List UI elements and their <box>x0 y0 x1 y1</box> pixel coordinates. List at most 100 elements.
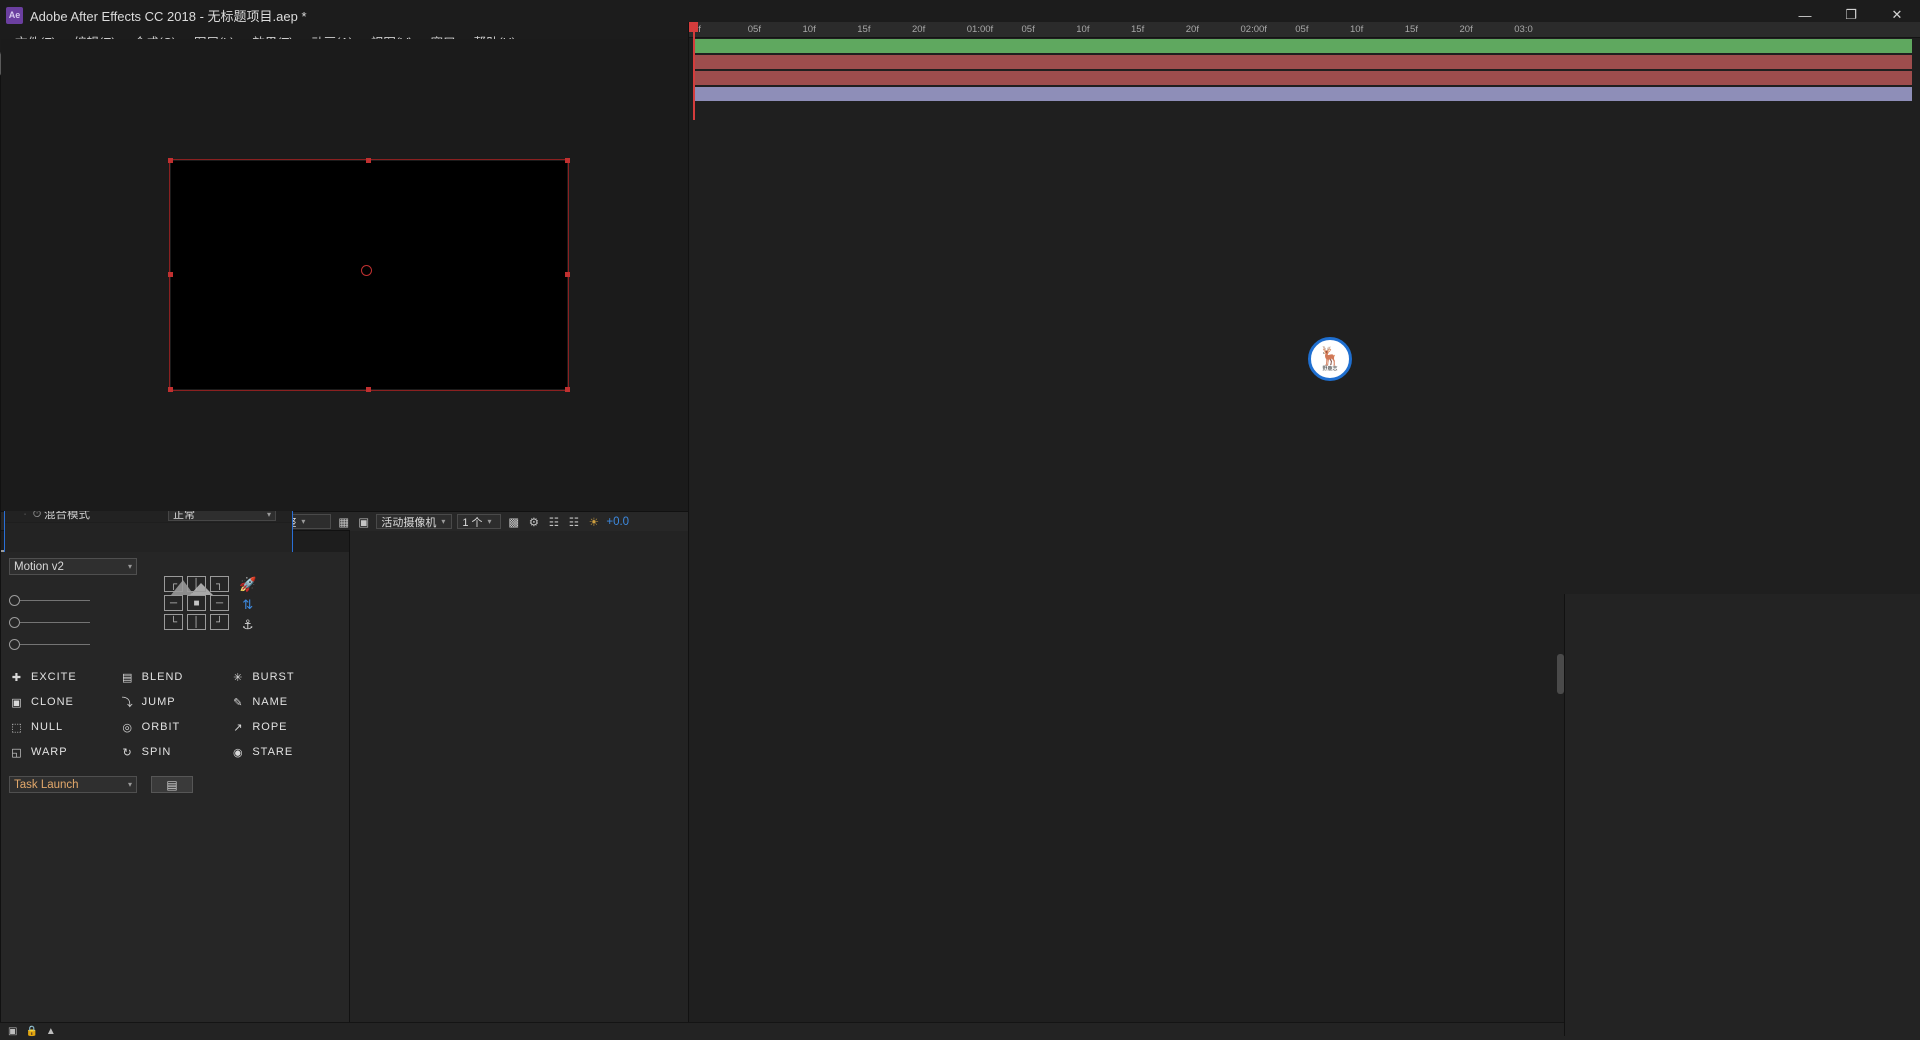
composition-frame <box>171 161 567 389</box>
timeline-link-icon[interactable]: ☷ <box>546 514 561 529</box>
motion-button-name[interactable]: ✎NAME <box>230 694 341 710</box>
motion-button-label: NAME <box>252 696 288 708</box>
motion-version-value: Motion v2 <box>14 561 64 573</box>
slider-line-3 <box>20 644 90 645</box>
selection-handle-mr[interactable] <box>565 272 570 277</box>
jump-icon: ⤵ <box>120 694 136 710</box>
playhead-handle[interactable] <box>689 22 698 32</box>
track-row-2[interactable] <box>689 54 1920 70</box>
time-playhead[interactable] <box>693 22 695 120</box>
motion-button-orbit[interactable]: ◎ ORBIT <box>120 719 231 735</box>
anchor-icon[interactable]: ⚓ <box>242 617 254 633</box>
selection-handle-bm[interactable] <box>366 387 371 392</box>
anchor-grid-cell-3[interactable]: ─ <box>164 595 183 611</box>
selection-handle-tm[interactable] <box>366 158 371 163</box>
toggle-switches-modes-icon[interactable]: ▣ <box>8 1026 17 1037</box>
timeline-right-gutter <box>1564 594 1920 1036</box>
motion-button-spin[interactable]: ↻SPIN <box>120 744 231 760</box>
layer-bar-2[interactable] <box>693 55 1912 69</box>
motion-task-row: Task Launch▾ ▤ <box>9 776 341 793</box>
exposure-value[interactable]: +0.0 <box>606 516 629 528</box>
null-icon: ⬚ <box>9 719 25 735</box>
ruler-tick: 20f <box>912 24 925 35</box>
motion-button-null[interactable]: ⬚NULL <box>9 719 120 735</box>
composition-viewer[interactable] <box>1 39 737 511</box>
camera-view-value: 活动摄像机 <box>381 514 436 530</box>
motion-button-clone[interactable]: ▣CLONE <box>9 694 120 710</box>
pixel-aspect-icon[interactable]: ▩ <box>506 514 521 529</box>
anchor-grid-cell-1[interactable]: │ <box>187 576 206 592</box>
track-row-4[interactable] <box>689 86 1920 102</box>
motion-slider-3[interactable] <box>9 633 341 655</box>
timeline-ruler[interactable]: 0f05f10f15f20f01:00f05f10f15f20f02:00f05… <box>689 22 1920 38</box>
anchor-point-icon[interactable] <box>361 265 372 276</box>
ruler-tick: 02:00f <box>1241 24 1267 35</box>
deer-icon: 🦌 <box>1319 347 1341 365</box>
selection-handle-bl[interactable] <box>168 387 173 392</box>
selection-handle-tl[interactable] <box>168 158 173 163</box>
ruler-tick: 15f <box>1405 24 1418 35</box>
anchor-grid-cell-6[interactable]: └ <box>164 614 183 630</box>
property-bullet: · <box>20 511 30 518</box>
ruler-tick: 10f <box>1076 24 1089 35</box>
slider-knob-2[interactable] <box>9 617 20 628</box>
layer-bar-1[interactable] <box>693 39 1912 53</box>
track-row-3[interactable] <box>689 70 1920 86</box>
motion-button-rope[interactable]: ↗ROPE <box>230 719 341 735</box>
task-launch-value: Task Launch <box>14 779 79 791</box>
anchor-grid-cell-2[interactable]: ┐ <box>210 576 229 592</box>
task-launch-button[interactable]: ▤ <box>151 776 193 793</box>
motion-button-blend[interactable]: ▤BLEND <box>120 669 231 685</box>
orbit-icon: ◎ <box>120 719 136 735</box>
motion-button-label: EXCITE <box>31 671 77 683</box>
motion-button-label: ORBIT <box>142 721 181 733</box>
layer-bar-3[interactable] <box>693 71 1912 85</box>
timeline-vertical-scrollbar[interactable] <box>1557 654 1564 694</box>
motion-button-burst[interactable]: ✳BURST <box>230 669 341 685</box>
ruler-tick: 10f <box>1350 24 1363 35</box>
ruler-tick: 15f <box>1131 24 1144 35</box>
anchor-grid-cell-5[interactable]: ─ <box>210 595 229 611</box>
selection-handle-br[interactable] <box>565 387 570 392</box>
ruler-tick: 20f <box>1460 24 1473 35</box>
motion-button-excite[interactable]: ✚EXCITE <box>9 669 120 685</box>
anchor-grid-cell-7[interactable]: │ <box>187 614 206 630</box>
ruler-tick: 20f <box>1186 24 1199 35</box>
motion-action-buttons: ✚EXCITE▤BLEND✳BURST ▣CLONE⤵ JUMP ✎NAME ⬚NULL… <box>9 669 341 760</box>
blend-icon: ▤ <box>120 669 136 685</box>
anchor-grid-cell-4[interactable]: ■ <box>187 595 206 611</box>
track-row-1[interactable] <box>689 38 1920 54</box>
view-count-select[interactable]: 1 个▾ <box>457 514 501 529</box>
fast-preview-icon[interactable]: ⚙ <box>526 514 541 529</box>
anchor-grid-cell-8[interactable]: ┘ <box>210 614 229 630</box>
camera-view-select[interactable]: 活动摄像机▾ <box>376 514 452 529</box>
after-effects-window: Ae Adobe After Effects CC 2018 - 无标题项目.a… <box>0 0 1920 1040</box>
motion-button-label: STARE <box>252 746 293 758</box>
vertical-arrows-icon[interactable]: ⇅ <box>242 597 253 613</box>
motion-button-jump[interactable]: ⤵ JUMP <box>120 694 231 710</box>
motion2-panel: Motion 2 ☰ AE脚本管理器 Motion v2▾ ┌│┐─■─└│┘ … <box>0 530 350 1040</box>
selection-handle-ml[interactable] <box>168 272 173 277</box>
motion-button-label: JUMP <box>142 696 176 708</box>
3d-view-icon[interactable]: ▣ <box>356 514 371 529</box>
motion-version-select[interactable]: Motion v2▾ <box>9 558 137 575</box>
eye-icon: ◉ <box>230 744 246 760</box>
comp-flowchart-icon[interactable]: ☷ <box>566 514 581 529</box>
rocket-icon[interactable]: 🚀 <box>239 576 256 593</box>
transparency-grid-icon[interactable]: ▦ <box>336 514 351 529</box>
slider-knob-1[interactable] <box>9 595 20 606</box>
window-title: Adobe After Effects CC 2018 - 无标题项目.aep … <box>30 6 307 25</box>
task-launch-select[interactable]: Task Launch▾ <box>9 776 137 793</box>
anchor-point-grid: ┌│┐─■─└│┘ <box>164 576 230 630</box>
slider-knob-3[interactable] <box>9 639 20 650</box>
anchor-grid-cell-0[interactable]: ┌ <box>164 576 183 592</box>
timeline-expand-icon[interactable]: ▲ <box>46 1026 56 1037</box>
motion-button-warp[interactable]: ◱WARP <box>9 744 120 760</box>
layer-bar-4[interactable] <box>693 87 1912 101</box>
exposure-reset-icon[interactable]: ☀ <box>586 514 601 529</box>
motion-button-stare[interactable]: ◉ STARE <box>230 744 341 760</box>
selection-handle-tr[interactable] <box>565 158 570 163</box>
ruler-tick: 15f <box>857 24 870 35</box>
timeline-lock-icon[interactable]: 🔒 <box>25 1026 37 1037</box>
watermark-logo: 🦌 野鹿志 <box>1308 337 1352 381</box>
